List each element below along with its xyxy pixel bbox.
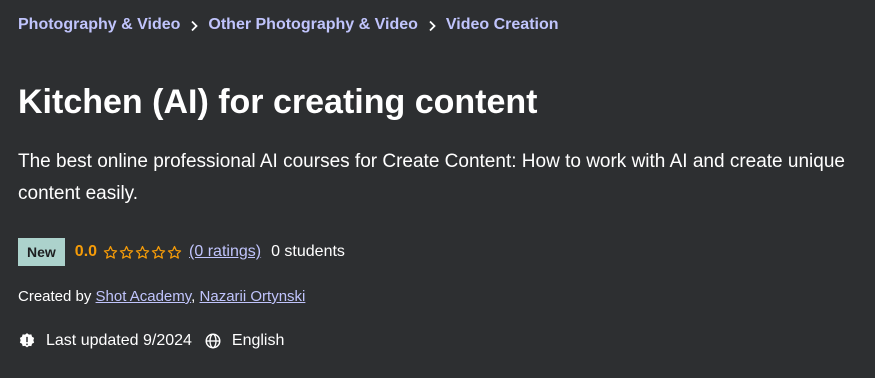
breadcrumb-item-other-photography-video[interactable]: Other Photography & Video [208, 16, 418, 34]
star-outline-icon [167, 245, 182, 259]
star-rating [103, 245, 183, 260]
created-by: Created by Shot Academy, Nazarii Ortynsk… [18, 288, 305, 305]
course-language: English [231, 332, 285, 349]
last-updated: Last updated 9/2024 [46, 332, 192, 349]
author-link-nazarii-ortynski[interactable]: Nazarii Ortynski [200, 288, 306, 305]
alert-badge-icon [18, 332, 36, 350]
star-outline-icon [119, 245, 134, 259]
course-subtitle: The best online professional AI courses … [18, 151, 845, 204]
author-separator: , [191, 288, 196, 305]
rating-score: 0.0 [74, 243, 98, 260]
students-count: 0 students [271, 243, 345, 260]
breadcrumb-item-video-creation[interactable]: Video Creation [446, 16, 559, 34]
created-by-label: Created by [18, 288, 92, 305]
ratings-link[interactable]: (0 ratings) [189, 243, 261, 261]
course-meta: Last updated 9/2024 English [18, 332, 284, 350]
breadcrumb-item-photography-video[interactable]: Photography & Video [18, 16, 180, 34]
course-title: Kitchen (AI) for creating content [18, 83, 538, 121]
breadcrumb: Photography & Video Other Photography & … [18, 16, 559, 34]
rating-row: New 0.0 (0 ratings) 0 students [18, 238, 345, 266]
star-outline-icon [135, 245, 150, 259]
chevron-right-icon [180, 18, 208, 33]
new-badge: New [18, 238, 65, 266]
star-outline-icon [103, 245, 118, 259]
star-outline-icon [151, 245, 166, 259]
author-link-shot-academy[interactable]: Shot Academy [96, 288, 192, 305]
chevron-right-icon [418, 18, 446, 33]
globe-icon [204, 332, 222, 350]
